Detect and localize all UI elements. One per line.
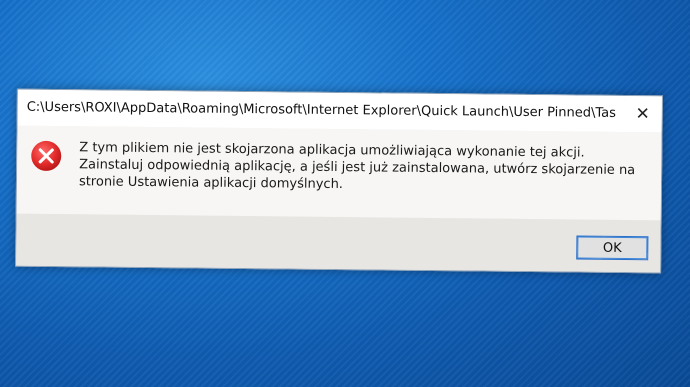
ok-button[interactable]: OK xyxy=(576,235,649,261)
error-dialog: C:\Users\ROXI\AppData\Roaming\Microsoft\… xyxy=(15,88,663,274)
dialog-footer: OK xyxy=(16,213,661,273)
error-message: Z tym plikiem nie jest skojarzona aplika… xyxy=(78,140,636,193)
dialog-title: C:\Users\ROXI\AppData\Roaming\Microsoft\… xyxy=(26,99,617,121)
error-icon xyxy=(31,140,62,171)
close-button[interactable]: ✕ xyxy=(630,102,656,126)
close-icon: ✕ xyxy=(635,104,650,125)
dialog-content: Z tym plikiem nie jest skojarzona aplika… xyxy=(16,125,662,221)
